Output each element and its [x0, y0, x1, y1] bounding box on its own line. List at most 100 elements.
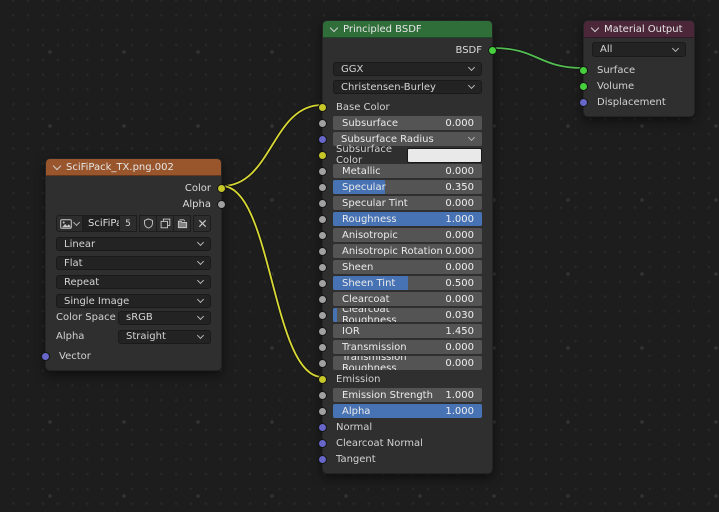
- transmission-input-socket[interactable]: [318, 343, 327, 352]
- material-output-node[interactable]: Material Output All Surface Volume Displ…: [583, 20, 695, 117]
- anisotropic-slider[interactable]: Anisotropic 0.000: [333, 228, 482, 242]
- input-displacement: Displacement: [584, 94, 694, 110]
- principled-bsdf-node-header[interactable]: Principled BSDF: [323, 21, 492, 38]
- subsurface-color-swatch[interactable]: [407, 148, 482, 163]
- distribution-dropdown[interactable]: GGX: [333, 62, 482, 76]
- image-texture-node-header[interactable]: SciFiPack_TX.png.002: [46, 159, 221, 176]
- surface-input-socket[interactable]: [579, 66, 588, 75]
- transmission-slider[interactable]: Transmission 0.000: [333, 340, 482, 354]
- input-clearcoat-roughness: Clearcoat Roughness 0.030: [323, 307, 492, 323]
- subsurface-color-input-socket[interactable]: [318, 151, 327, 160]
- subsurface-input-socket[interactable]: [318, 119, 327, 128]
- collapse-chevron-icon[interactable]: [330, 23, 338, 31]
- subsurface-slider[interactable]: Subsurface 0.000: [333, 116, 482, 130]
- clearcoat-roughness-slider[interactable]: Clearcoat Roughness 0.030: [333, 308, 482, 322]
- source-dropdown[interactable]: Single Image: [56, 294, 211, 308]
- image-texture-node[interactable]: SciFiPack_TX.png.002 Color Alpha SciFiPa…: [45, 158, 222, 371]
- ior-slider[interactable]: IOR 1.450: [333, 324, 482, 338]
- output-color: Color: [46, 180, 221, 196]
- chevron-down-icon: [672, 44, 679, 51]
- sheen-tint-slider[interactable]: Sheen Tint 0.500: [333, 276, 482, 290]
- node-editor-canvas[interactable]: SciFiPack_TX.png.002 Color Alpha SciFiPa…: [0, 0, 719, 512]
- image-texture-node-body: Color Alpha SciFiPack_T... 5: [46, 176, 221, 370]
- projection-dropdown[interactable]: Flat: [56, 256, 211, 270]
- color-output-socket[interactable]: [217, 184, 226, 193]
- subsurface-radius-input-socket[interactable]: [318, 135, 327, 144]
- extension-dropdown[interactable]: Repeat: [56, 275, 211, 289]
- sheen-slider[interactable]: Sheen 0.000: [333, 260, 482, 274]
- bsdf-output-socket[interactable]: [488, 46, 497, 55]
- open-image-button[interactable]: [173, 215, 191, 232]
- roughness-input-socket[interactable]: [318, 215, 327, 224]
- output-bsdf: BSDF: [323, 42, 492, 58]
- input-ior: IOR 1.450: [323, 323, 492, 339]
- input-alpha: Alpha 1.000: [323, 403, 492, 419]
- ior-input-socket[interactable]: [318, 327, 327, 336]
- open-file-icon: [177, 218, 188, 229]
- distribution-row: GGX: [333, 62, 482, 76]
- fake-user-button[interactable]: [139, 215, 157, 232]
- emission-input-socket[interactable]: [318, 375, 327, 384]
- alpha-mode-dropdown[interactable]: Straight: [118, 330, 211, 344]
- wire-color-to-emission: [222, 186, 322, 377]
- interpolation-dropdown[interactable]: Linear: [56, 237, 211, 251]
- color-space-dropdown[interactable]: sRGB: [118, 311, 211, 325]
- sheen-input-socket[interactable]: [318, 263, 327, 272]
- input-surface: Surface: [584, 62, 694, 78]
- metallic-slider[interactable]: Metallic 0.000: [333, 164, 482, 178]
- input-sheen: Sheen 0.000: [323, 259, 492, 275]
- alpha-output-socket[interactable]: [217, 200, 226, 209]
- input-emission: Emission: [323, 371, 492, 387]
- anisotropic-rotation-slider[interactable]: Anisotropic Rotation 0.000: [333, 244, 482, 258]
- image-name-field[interactable]: SciFiPack_T...: [82, 215, 120, 232]
- input-base-color: Base Color: [323, 99, 492, 115]
- input-vector: Vector: [46, 348, 221, 364]
- input-subsurface: Subsurface 0.000: [323, 115, 492, 131]
- input-metallic: Metallic 0.000: [323, 163, 492, 179]
- anisotropic-rotation-input-socket[interactable]: [318, 247, 327, 256]
- specular-tint-input-socket[interactable]: [318, 199, 327, 208]
- roughness-slider[interactable]: Roughness 1.000: [333, 212, 482, 226]
- emission-strength-slider[interactable]: Emission Strength 1.000: [333, 388, 482, 402]
- base-color-input-socket[interactable]: [318, 103, 327, 112]
- chevron-down-icon: [197, 258, 204, 265]
- clearcoat-input-socket[interactable]: [318, 295, 327, 304]
- transmission-roughness-slider[interactable]: Transmission Roughness 0.000: [333, 356, 482, 370]
- input-clearcoat-normal: Clearcoat Normal: [323, 435, 492, 451]
- vector-input-socket[interactable]: [41, 352, 50, 361]
- new-image-button[interactable]: [156, 215, 174, 232]
- browse-chevron-icon: [73, 218, 80, 225]
- volume-input-socket[interactable]: [579, 82, 588, 91]
- specular-slider[interactable]: Specular 0.350: [333, 180, 482, 194]
- color-space-row: Color Space sRGB: [46, 308, 221, 327]
- users-count-button[interactable]: 5: [119, 215, 137, 232]
- collapse-chevron-icon[interactable]: [591, 23, 599, 31]
- image-texture-node-title: SciFiPack_TX.png.002: [66, 162, 174, 173]
- browse-image-button[interactable]: [56, 215, 83, 232]
- specular-input-socket[interactable]: [318, 183, 327, 192]
- material-output-node-header[interactable]: Material Output: [584, 21, 694, 38]
- input-anisotropic-rotation: Anisotropic Rotation 0.000: [323, 243, 492, 259]
- input-specular: Specular 0.350: [323, 179, 492, 195]
- target-dropdown[interactable]: All: [592, 42, 686, 57]
- alpha-slider[interactable]: Alpha 1.000: [333, 404, 482, 418]
- shield-icon: [143, 218, 154, 229]
- principled-bsdf-node[interactable]: Principled BSDF BSDF GGX Christensen-Bur…: [322, 20, 493, 474]
- sheen-tint-input-socket[interactable]: [318, 279, 327, 288]
- displacement-input-socket[interactable]: [579, 98, 588, 107]
- emission-strength-input-socket[interactable]: [318, 391, 327, 400]
- collapse-chevron-icon[interactable]: [53, 161, 61, 169]
- tangent-input-socket[interactable]: [318, 455, 327, 464]
- transmission-roughness-input-socket[interactable]: [318, 359, 327, 368]
- alpha-input-socket[interactable]: [318, 407, 327, 416]
- subsurface-method-dropdown[interactable]: Christensen-Burley: [333, 80, 482, 94]
- clearcoat-normal-input-socket[interactable]: [318, 439, 327, 448]
- specular-tint-slider[interactable]: Specular Tint 0.000: [333, 196, 482, 210]
- clearcoat-slider[interactable]: Clearcoat 0.000: [333, 292, 482, 306]
- anisotropic-input-socket[interactable]: [318, 231, 327, 240]
- unlink-image-button[interactable]: [193, 215, 211, 232]
- clearcoat-roughness-input-socket[interactable]: [318, 311, 327, 320]
- metallic-input-socket[interactable]: [318, 167, 327, 176]
- normal-input-socket[interactable]: [318, 423, 327, 432]
- wire-bsdf-to-surface: [493, 48, 583, 68]
